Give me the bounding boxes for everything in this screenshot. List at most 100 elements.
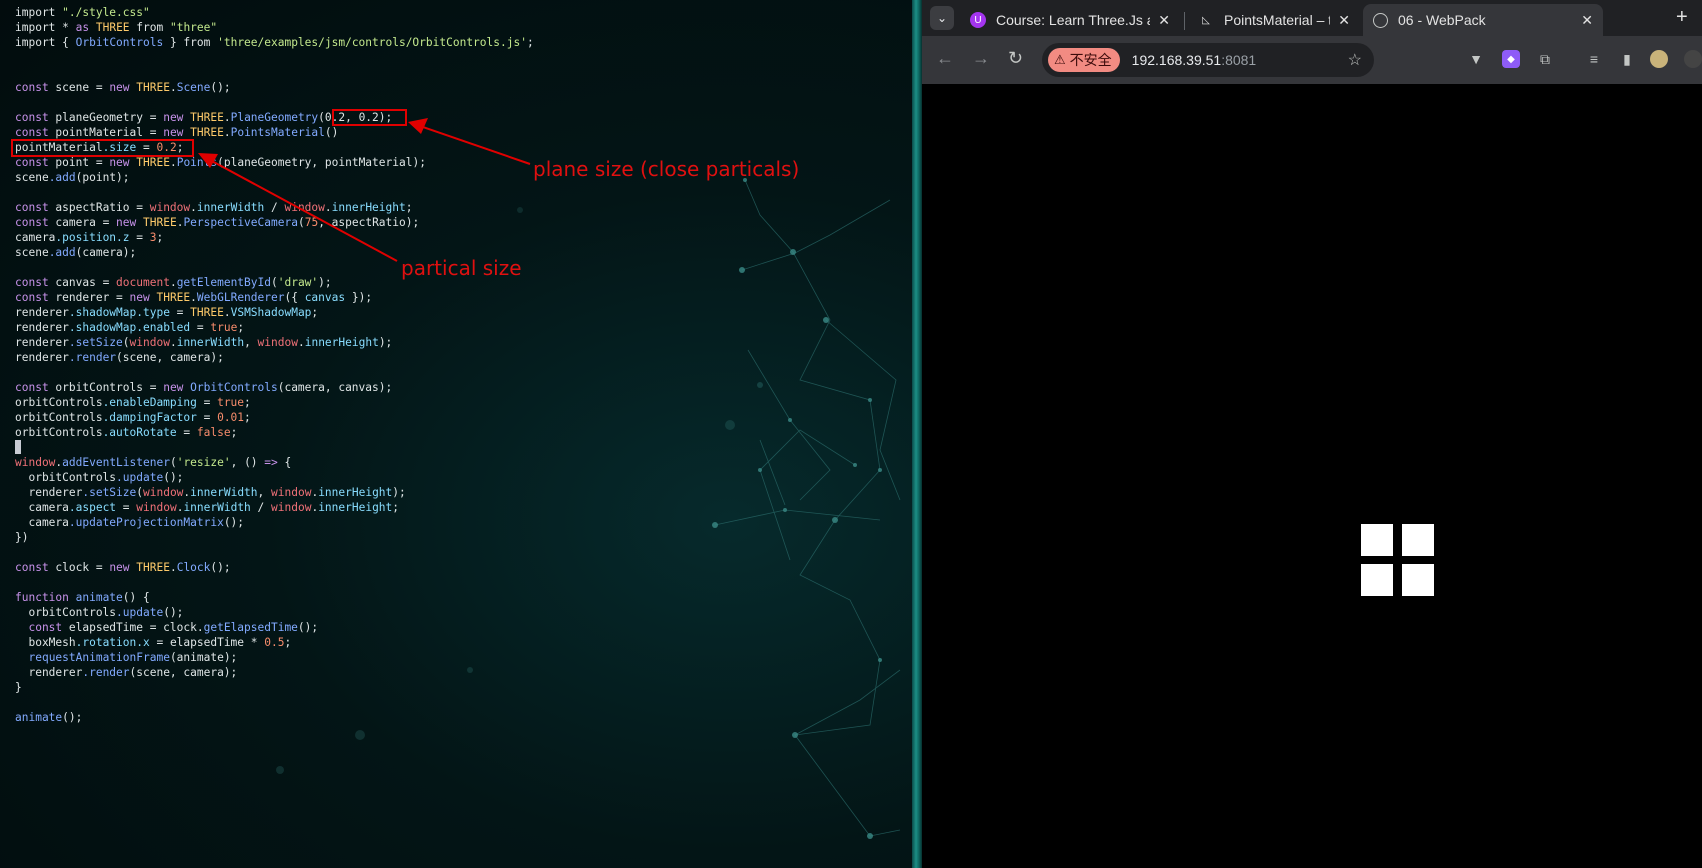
code-line[interactable] [15,575,534,590]
code-line[interactable]: import "./style.css" [15,5,534,20]
code-line[interactable] [15,95,534,110]
code-token: .update [116,606,164,619]
extension-shield-icon[interactable]: ◆ [1502,50,1520,68]
code-line[interactable]: camera.aspect = window.innerWidth / wind… [15,500,534,515]
code-line[interactable]: renderer.shadowMap.enabled = true; [15,320,534,335]
code-token: ; [244,396,251,409]
close-tab-icon[interactable]: ✕ [1158,12,1170,29]
profile-avatar-partial[interactable] [1684,50,1702,68]
code-line[interactable]: orbitControls.update(); [15,605,534,620]
code-token: THREE [143,216,177,229]
code-line[interactable]: scene.add(point); [15,170,534,185]
code-line[interactable]: function animate() { [15,590,534,605]
vuetify-extension-icon[interactable]: ▼ [1467,50,1485,68]
back-icon[interactable]: ← [936,48,954,69]
code-token: (planeGeometry, pointMaterial); [217,156,426,169]
code-line[interactable]: const point = new THREE.Points(planeGeom… [15,155,534,170]
code-line[interactable]: renderer.render(scene, camera); [15,350,534,365]
media-controls-icon[interactable]: ≡ [1585,50,1603,68]
code-line[interactable]: animate(); [15,710,534,725]
code-line[interactable]: const aspectRatio = window.innerWidth / … [15,200,534,215]
profile-avatar[interactable] [1650,50,1668,68]
code-token: .update [116,471,164,484]
code-token: orbitControls [15,426,103,439]
new-tab-button[interactable]: + [1676,6,1688,29]
code-token: PlaneGeometry [230,111,319,124]
code-line[interactable] [0,440,912,455]
tab-udemy-course[interactable]: U Course: Learn Three.Js a ✕ [960,4,1180,36]
code-line[interactable]: const renderer = new THREE.WebGLRenderer… [15,290,534,305]
code-line[interactable]: renderer.shadowMap.type = THREE.VSMShado… [15,305,534,320]
code-line[interactable]: orbitControls.enableDamping = true; [15,395,534,410]
code-line[interactable] [15,65,534,80]
reload-icon[interactable]: ↻ [1008,48,1023,69]
forward-icon[interactable]: → [972,48,990,69]
code-line[interactable]: }) [15,530,534,545]
code-line[interactable]: requestAnimationFrame(animate); [15,650,534,665]
extensions-puzzle-icon[interactable]: ⧉ [1536,50,1554,68]
code-line[interactable]: const planeGeometry = new THREE.PlaneGeo… [15,110,534,125]
code-token: 0.01 [217,411,245,424]
code-token: innerHeight [304,336,379,349]
code-line[interactable] [15,185,534,200]
code-line[interactable]: window.addEventListener('resize', () => … [15,455,534,470]
code-token: new [163,111,191,124]
code-token: ; [526,36,534,49]
code-line[interactable]: import { OrbitControls } from 'three/exa… [15,35,534,50]
code-line[interactable]: orbitControls.autoRotate = false; [15,425,534,440]
code-line[interactable]: renderer.render(scene, camera); [15,665,534,680]
window-divider[interactable] [912,0,922,868]
chevron-down-icon[interactable]: ⌄ [930,6,954,30]
code-token: . [196,621,204,634]
tab-webpack[interactable]: 06 - WebPack ✕ [1363,4,1603,36]
code-line[interactable]: const orbitControls = new OrbitControls(… [15,380,534,395]
code-token: .type [136,306,170,319]
code-line[interactable] [15,50,534,65]
code-line[interactable]: const clock = new THREE.Clock(); [15,560,534,575]
address-bar[interactable]: ⚠ 不安全 192.168.39.51:8081 ☆ [1042,43,1374,77]
code-line[interactable] [15,365,534,380]
code-token: ; [284,636,292,649]
side-panel-icon[interactable]: ▮ [1618,50,1636,68]
code-line[interactable]: const elapsedTime = clock.getElapsedTime… [15,620,534,635]
code-line[interactable]: camera.position.z = 3; [15,230,534,245]
code-line[interactable]: const camera = new THREE.PerspectiveCame… [15,215,534,230]
code-token: = [190,321,211,334]
code-line[interactable]: const scene = new THREE.Scene(); [15,80,534,95]
code-token: scene [15,246,49,259]
code-token: THREE [190,306,224,319]
code-token: window [143,486,184,499]
webgl-canvas[interactable] [922,84,1702,868]
code-line[interactable] [15,545,534,560]
code-line[interactable]: orbitControls.update(); [15,470,534,485]
code-token: () { [122,591,150,604]
bookmark-star-icon[interactable]: ☆ [1348,50,1362,70]
code-line[interactable]: import * as THREE from "three" [15,20,534,35]
tab-points-material[interactable]: ◺ PointsMaterial – three.js ✕ [1188,4,1360,36]
code-token: * [62,21,76,34]
code-token: , () [230,456,265,469]
code-token: animate [15,711,63,724]
code-line[interactable]: const pointMaterial = new THREE.PointsMa… [15,125,534,140]
code-content[interactable]: import "./style.css" import * as THREE fr… [0,5,912,725]
close-tab-icon[interactable]: ✕ [1338,12,1350,29]
code-line[interactable] [15,695,534,710]
code-line[interactable]: renderer.setSize(window.innerWidth, wind… [15,335,534,350]
code-token: . [223,111,231,124]
security-chip[interactable]: ⚠ 不安全 [1048,48,1120,72]
code-token: pointMaterial = [55,126,164,139]
code-token: window [257,336,298,349]
code-line[interactable]: camera.updateProjectionMatrix(); [15,515,534,530]
code-token: 0.5 [264,636,285,649]
code-line[interactable]: renderer.setSize(window.innerWidth, wind… [15,485,534,500]
code-token: camera = [55,216,117,229]
code-line[interactable]: boxMesh.rotation.x = elapsedTime * 0.5; [15,635,534,650]
code-token: ; [244,411,251,424]
code-line[interactable]: orbitControls.dampingFactor = 0.01; [15,410,534,425]
code-editor[interactable]: import "./style.css" import * as THREE fr… [0,0,912,868]
close-tab-icon[interactable]: ✕ [1581,12,1593,29]
code-line[interactable]: } [15,680,534,695]
code-token: 75 [304,216,319,229]
code-token: / [264,201,285,214]
code-token: .render [82,666,130,679]
